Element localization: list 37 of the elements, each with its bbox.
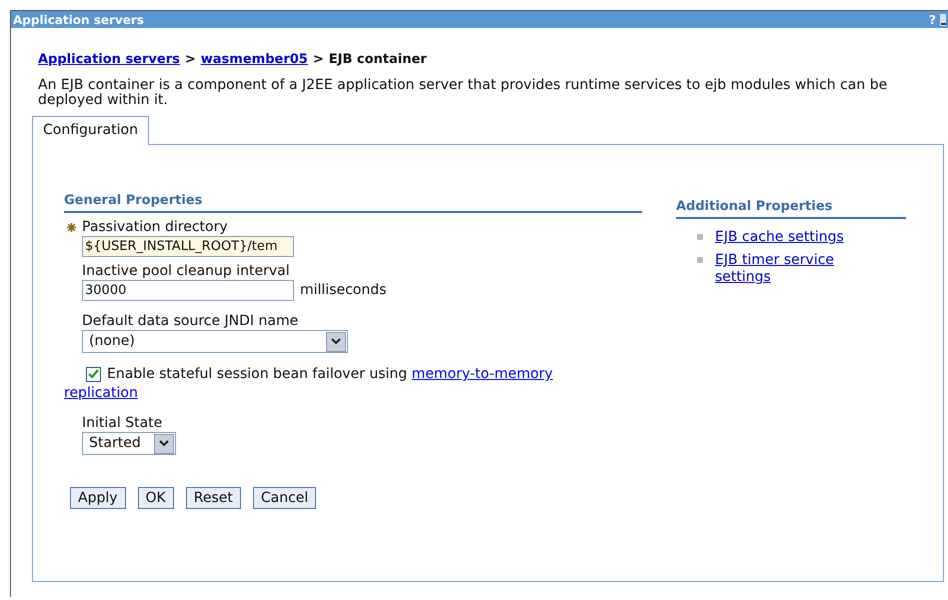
breadcrumb-current: EJB container	[328, 51, 427, 69]
minimize-icon[interactable]	[940, 14, 946, 26]
bullet-icon	[697, 234, 703, 240]
caret-icon	[159, 440, 169, 447]
form-button[interactable]: Cancel	[252, 487, 316, 509]
window-title: Application servers	[13, 12, 144, 28]
breadcrumb-separator: >	[312, 51, 324, 69]
unit-label: milliseconds	[300, 281, 386, 300]
form-button[interactable]: Reset	[186, 487, 241, 509]
text-field[interactable]: ${USER_INSTALL_ROOT}/tem	[82, 236, 294, 257]
checkmark-icon	[88, 369, 99, 380]
field-label: Initial State	[82, 415, 164, 432]
checkbox[interactable]	[86, 366, 101, 382]
property-link[interactable]: EJB timer service settings	[715, 252, 855, 286]
breadcrumb-link[interactable]: Application servers	[38, 50, 180, 70]
dropdown-button[interactable]	[154, 434, 174, 454]
checkbox-label: Enable stateful session bean failover using	[107, 366, 408, 382]
field-label: Passivation directory	[82, 219, 228, 236]
bullet-icon	[697, 257, 703, 263]
section-heading: Additional Properties	[676, 196, 906, 219]
form-button[interactable]: OK	[138, 487, 174, 509]
form-button[interactable]: Apply	[70, 487, 126, 509]
section-heading: General Properties	[64, 190, 642, 213]
field-label: Inactive pool cleanup interval	[82, 263, 290, 280]
property-link[interactable]: EJB cache settings	[715, 229, 855, 246]
caret-icon	[331, 338, 341, 345]
text-field[interactable]: 30000	[82, 280, 294, 301]
breadcrumb-separator: >	[184, 51, 196, 69]
field-label: Default data source JNDI name	[82, 313, 300, 330]
help-link[interactable]: memory-to-memory	[412, 366, 553, 382]
dropdown[interactable]: (none)	[82, 330, 348, 353]
help-link[interactable]: replication	[64, 385, 138, 401]
dropdown-button[interactable]	[326, 332, 346, 352]
dropdown[interactable]: Started	[82, 432, 176, 455]
breadcrumb-link[interactable]: wasmember05	[200, 50, 308, 70]
description: An EJB container is a component of a J2EE application server that provides runtime services to ejb modules which can be deployed within it.	[38, 78, 888, 108]
tab[interactable]: Configuration	[32, 116, 149, 144]
